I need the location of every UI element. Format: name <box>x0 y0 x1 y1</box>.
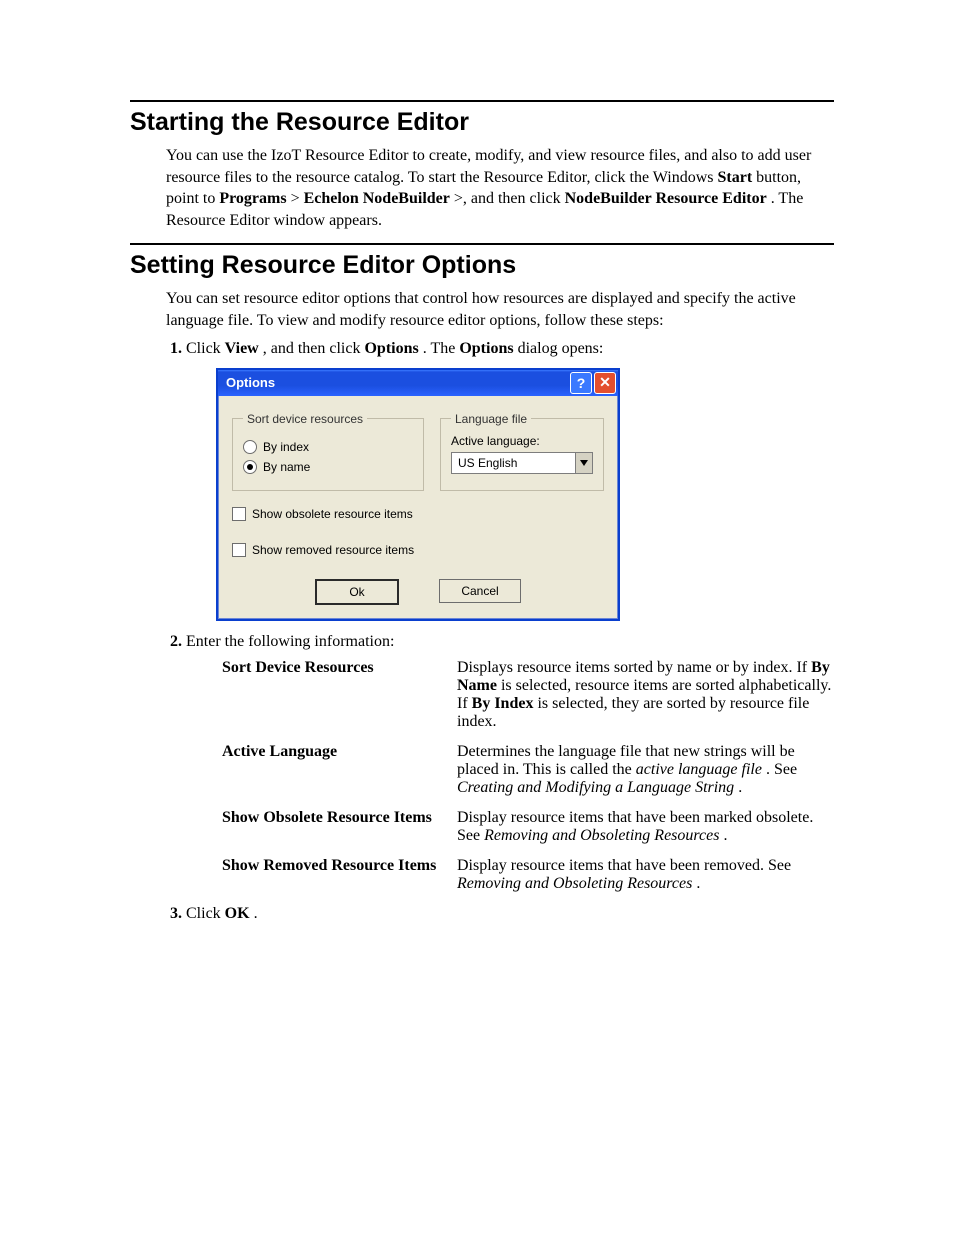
text: , and then click <box>263 340 365 357</box>
def-term: Show Removed Resource Items <box>222 857 457 893</box>
page: Starting the Resource Editor You can use… <box>0 0 954 993</box>
text: . The <box>423 340 460 357</box>
text: Display resource items that have been re… <box>457 857 791 874</box>
step-2: Enter the following information: Sort De… <box>186 633 834 893</box>
ok-button[interactable]: Ok <box>315 579 399 605</box>
combo-value: US English <box>452 456 575 470</box>
italic-removing-obsoleting: Removing and Obsoleting Resources <box>484 827 719 844</box>
checkbox-icon <box>232 543 246 557</box>
language-legend: Language file <box>451 412 531 426</box>
heading-starting: Starting the Resource Editor <box>130 108 834 137</box>
radio-icon <box>243 440 257 454</box>
text: . See <box>766 761 797 778</box>
def-term: Sort Device Resources <box>222 659 457 731</box>
def-term: Active Language <box>222 743 457 797</box>
text: Click <box>186 340 225 357</box>
def-term: Show Obsolete Resource Items <box>222 809 457 845</box>
step-1: Click View , and then click Options . Th… <box>186 340 834 621</box>
dialog-button-row: Ok Cancel <box>232 579 604 605</box>
text: >, and then click <box>454 190 565 207</box>
bold-by-index: By Index <box>472 695 534 712</box>
def-desc: Display resource items that have been re… <box>457 857 834 893</box>
bold-echelon: Echelon NodeBuilder <box>304 190 450 207</box>
bold-programs: Programs <box>219 190 286 207</box>
help-icon: ? <box>577 375 586 391</box>
button-label: Cancel <box>461 584 498 598</box>
text: . <box>723 827 727 844</box>
step-3: Click OK . <box>186 905 834 923</box>
radio-label: By index <box>263 440 309 454</box>
def-active-language: Active Language Determines the language … <box>222 743 834 797</box>
text: Click <box>186 905 225 922</box>
dialog-title: Options <box>226 375 568 390</box>
def-show-removed: Show Removed Resource Items Display reso… <box>222 857 834 893</box>
bold-nre: NodeBuilder Resource Editor <box>565 190 767 207</box>
bold-options: Options <box>364 340 418 357</box>
starting-paragraph: You can use the IzoT Resource Editor to … <box>166 145 834 231</box>
language-fieldset: Language file Active language: US Englis… <box>440 412 604 491</box>
bold-options2: Options <box>459 340 513 357</box>
text: . <box>696 875 700 892</box>
radio-by-index[interactable]: By index <box>243 440 413 454</box>
italic-creating-string: Creating and Modifying a Language String <box>457 779 734 796</box>
checkbox-obsolete[interactable]: Show obsolete resource items <box>232 507 604 521</box>
sort-fieldset: Sort device resources By index By name <box>232 412 424 491</box>
body-options: You can set resource editor options that… <box>166 288 834 331</box>
text: Displays resource items sorted by name o… <box>457 659 811 676</box>
help-button[interactable]: ? <box>570 372 592 394</box>
heading-options: Setting Resource Editor Options <box>130 251 834 280</box>
def-desc: Determines the language file that new st… <box>457 743 834 797</box>
def-desc: Displays resource items sorted by name o… <box>457 659 834 731</box>
section-divider <box>130 243 834 245</box>
chevron-down-icon <box>575 453 592 473</box>
text: > <box>291 190 304 207</box>
radio-by-name[interactable]: By name <box>243 460 413 474</box>
checkbox-icon <box>232 507 246 521</box>
def-show-obsolete: Show Obsolete Resource Items Display res… <box>222 809 834 845</box>
sort-legend: Sort device resources <box>243 412 367 426</box>
dialog-body: Sort device resources By index By name <box>218 396 618 619</box>
text: dialog opens: <box>518 340 604 357</box>
button-label: Ok <box>349 585 364 599</box>
definition-list: Sort Device Resources Displays resource … <box>222 659 834 893</box>
close-button[interactable]: ✕ <box>594 372 616 394</box>
def-sort: Sort Device Resources Displays resource … <box>222 659 834 731</box>
step-2-text: Enter the following information: <box>186 633 394 650</box>
active-language-combo[interactable]: US English <box>451 452 593 474</box>
text: . <box>738 779 742 796</box>
steps-list: Click View , and then click Options . Th… <box>130 340 834 923</box>
checkbox-label: Show removed resource items <box>252 543 414 557</box>
cancel-button[interactable]: Cancel <box>439 579 521 603</box>
radio-label: By name <box>263 460 310 474</box>
text: . <box>254 905 258 922</box>
bold-view: View <box>225 340 259 357</box>
checkbox-removed[interactable]: Show removed resource items <box>232 543 604 557</box>
dialog-screenshot: Options ? ✕ Sort device resources <box>216 368 834 621</box>
active-language-label: Active language: <box>451 434 593 448</box>
bold-ok: OK <box>225 905 250 922</box>
bold-start: Start <box>718 169 753 186</box>
section-divider <box>130 100 834 102</box>
radio-icon <box>243 460 257 474</box>
text: You can use the IzoT Resource Editor to … <box>166 147 811 186</box>
italic-removing-obsoleting: Removing and Obsoleting Resources <box>457 875 692 892</box>
checkbox-label: Show obsolete resource items <box>252 507 413 521</box>
options-intro: You can set resource editor options that… <box>166 288 834 331</box>
body-starting: You can use the IzoT Resource Editor to … <box>166 145 834 231</box>
dialog-titlebar[interactable]: Options ? ✕ <box>218 370 618 396</box>
italic-active-language-file: active language file <box>636 761 762 778</box>
options-dialog: Options ? ✕ Sort device resources <box>216 368 620 621</box>
close-icon: ✕ <box>599 374 611 391</box>
def-desc: Display resource items that have been ma… <box>457 809 834 845</box>
